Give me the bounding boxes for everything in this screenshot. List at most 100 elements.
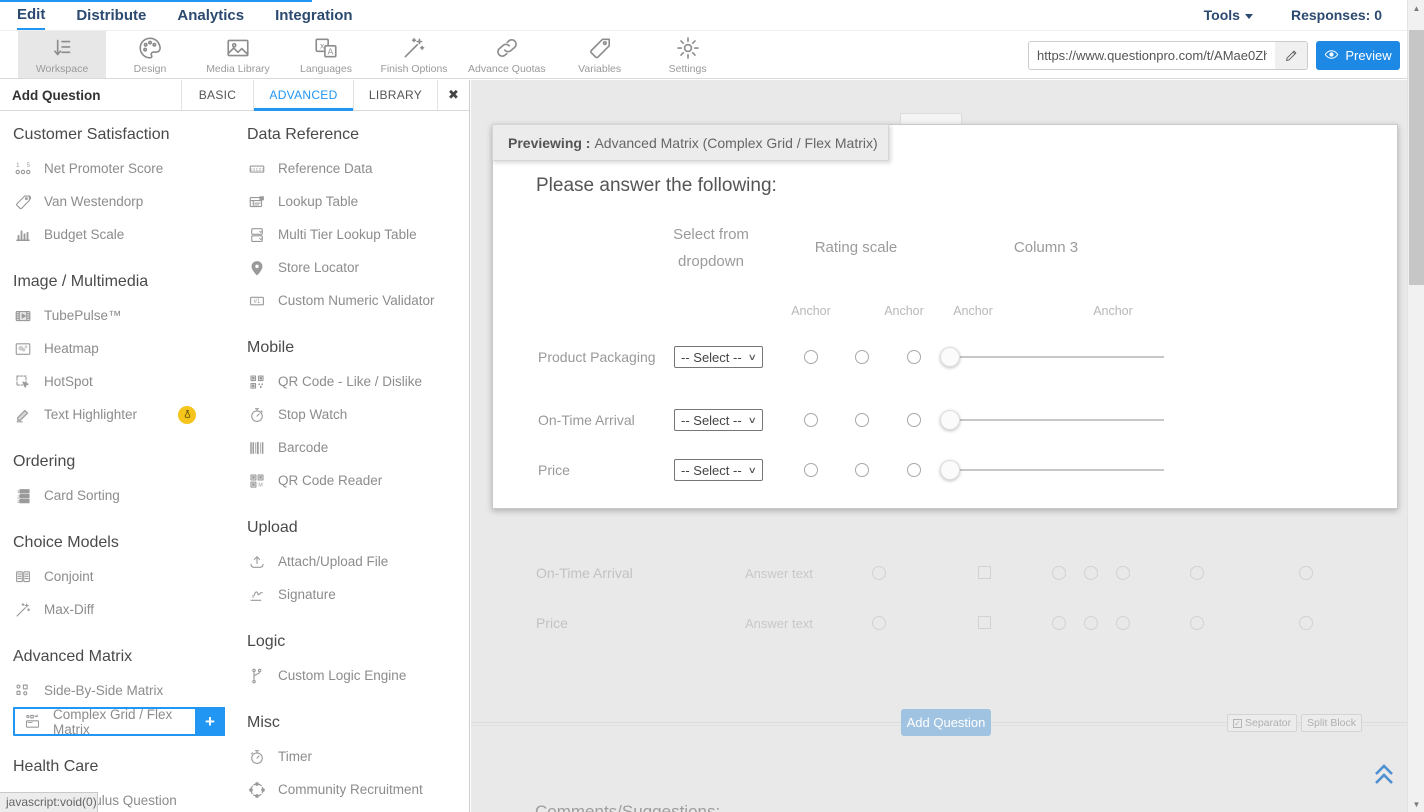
question-type-qr-code-reader[interactable]: MQR Code Reader (247, 464, 459, 497)
rating-radio[interactable] (907, 413, 921, 427)
slider-track[interactable] (950, 419, 1164, 421)
question-type-barcode[interactable]: Barcode (247, 431, 459, 464)
editor-radio[interactable] (1116, 616, 1130, 630)
scroll-to-top-icon[interactable] (1372, 762, 1396, 793)
scrollbar-thumb[interactable] (1409, 30, 1424, 285)
scrollbar-up-arrow-icon[interactable]: ▲ (1408, 0, 1424, 16)
rating-radio[interactable] (804, 413, 818, 427)
editor-radio[interactable] (1084, 566, 1098, 580)
toolbar-item-languages[interactable]: xALanguages (282, 31, 370, 78)
question-type-multi-tier-lookup-table[interactable]: Multi Tier Lookup Table (247, 218, 459, 251)
question-type-reference-data[interactable]: 94123Reference Data (247, 152, 459, 185)
toolbar-item-design[interactable]: Design (106, 31, 194, 78)
question-type-label: Custom Logic Engine (278, 668, 406, 683)
question-type-heatmap[interactable]: Heatmap (13, 332, 225, 365)
page-scrollbar[interactable]: ▲ ▼ (1407, 0, 1424, 812)
group-title: Logic (247, 631, 467, 653)
svg-text:#1: #1 (254, 299, 261, 305)
toolbar-item-media-library[interactable]: Media Library (194, 31, 282, 78)
survey-url-input[interactable] (1029, 42, 1275, 69)
rating-radio[interactable] (804, 463, 818, 477)
question-type-van-westendorp[interactable]: Van Westendorp (13, 185, 225, 218)
slider-track[interactable] (950, 356, 1164, 358)
column-header-rating: Rating scale (806, 234, 906, 261)
question-type-qr-code-like-dislike[interactable]: QR Code - Like / Dislike (247, 365, 459, 398)
rating-radio[interactable] (855, 350, 869, 364)
matrix-select-dropdown[interactable]: -- Select --∨ (674, 346, 763, 368)
question-type-custom-logic-engine[interactable]: Custom Logic Engine (247, 659, 459, 692)
question-type-side-by-side-matrix[interactable]: Side-By-Side Matrix (13, 674, 225, 707)
nav-item-integration[interactable]: Integration (275, 0, 353, 30)
edit-url-pencil-icon[interactable] (1275, 42, 1307, 69)
question-type-text-highlighter[interactable]: Text Highlighter (13, 398, 225, 431)
toolbar-item-advance-quotas[interactable]: Advance Quotas (458, 31, 556, 78)
question-group: Image / Multimedia TubePulse™HeatmapHotSp… (13, 271, 247, 431)
survey-url-group (1028, 41, 1308, 70)
question-type-max-diff[interactable]: Max-Diff (13, 593, 225, 626)
close-icon[interactable]: ✖ (437, 80, 469, 110)
conjoint-icon (14, 568, 32, 586)
add-question-button[interactable]: Add Question (901, 709, 991, 736)
rating-radio[interactable] (907, 350, 921, 364)
rating-radio[interactable] (804, 350, 818, 364)
separator-toggle-button[interactable]: ✓Separator (1227, 714, 1297, 732)
tab-basic[interactable]: BASIC (181, 80, 253, 110)
scrollbar-down-arrow-icon[interactable]: ▼ (1408, 796, 1424, 812)
editor-radio[interactable] (1299, 566, 1313, 580)
editor-checkbox[interactable] (978, 616, 991, 629)
question-type-conjoint[interactable]: Conjoint (13, 560, 225, 593)
editor-radio[interactable] (872, 566, 886, 580)
question-type-timer[interactable]: Timer (247, 740, 459, 773)
editor-radio[interactable] (1052, 616, 1066, 630)
editor-radio[interactable] (1299, 616, 1313, 630)
tab-library[interactable]: LIBRARY (353, 80, 437, 110)
group-title: Image / Multimedia (13, 271, 247, 293)
nav-item-analytics[interactable]: Analytics (177, 0, 244, 30)
editor-radio[interactable] (1084, 616, 1098, 630)
question-type-complex-grid-flex-matrix[interactable]: Complex Grid / Flex Matrix+ (13, 707, 225, 736)
add-question-panel: Add Question BASICADVANCEDLIBRARY ✖ Cust… (0, 80, 470, 812)
question-type-stop-watch[interactable]: Stop Watch (247, 398, 459, 431)
question-type-attach-upload-file[interactable]: Attach/Upload File (247, 545, 459, 578)
tab-advanced[interactable]: ADVANCED (253, 80, 353, 110)
chevron-down-icon: ∨ (748, 352, 757, 363)
matrix-select-dropdown[interactable]: -- Select --∨ (674, 409, 763, 431)
rating-radio[interactable] (855, 463, 869, 477)
question-type-label: Side-By-Side Matrix (44, 683, 163, 698)
question-type-net-promoter-score[interactable]: 15Net Promoter Score (13, 152, 225, 185)
editor-checkbox[interactable] (978, 566, 991, 579)
slider-handle[interactable] (940, 347, 960, 367)
question-type-community-recruitment[interactable]: Community Recruitment (247, 773, 459, 806)
add-question-type-button[interactable]: + (195, 707, 225, 736)
toolbar-item-variables[interactable]: Variables (556, 31, 644, 78)
editor-radio[interactable] (872, 616, 886, 630)
editor-radio[interactable] (1190, 616, 1204, 630)
eye-icon (1324, 47, 1339, 65)
slider-handle[interactable] (940, 460, 960, 480)
split-block-button[interactable]: Split Block (1301, 714, 1362, 732)
slider-handle[interactable] (940, 410, 960, 430)
preview-button[interactable]: Preview (1316, 41, 1400, 70)
matrix-select-dropdown[interactable]: -- Select --∨ (674, 459, 763, 481)
editor-radio[interactable] (1052, 566, 1066, 580)
question-type-signature[interactable]: xSignature (247, 578, 459, 611)
editor-radio[interactable] (1190, 566, 1204, 580)
question-type-lookup-table[interactable]: Lookup Table (247, 185, 459, 218)
rating-radio[interactable] (907, 463, 921, 477)
toolbar-item-finish-options[interactable]: Finish Options (370, 31, 458, 78)
slider-track[interactable] (950, 469, 1164, 471)
nav-item-distribute[interactable]: Distribute (76, 0, 146, 30)
toolbar-item-workspace[interactable]: Workspace (18, 31, 106, 78)
responses-count[interactable]: Responses: 0 (1291, 7, 1382, 23)
nav-item-edit[interactable]: Edit (17, 0, 45, 30)
question-type-card-sorting[interactable]: 123Card Sorting (13, 479, 225, 512)
tools-menu[interactable]: Tools (1204, 7, 1253, 23)
editor-radio[interactable] (1116, 566, 1130, 580)
question-type-budget-scale[interactable]: Budget Scale (13, 218, 225, 251)
question-type-tubepulse[interactable]: TubePulse™ (13, 299, 225, 332)
rating-radio[interactable] (855, 413, 869, 427)
toolbar-item-settings[interactable]: Settings (644, 31, 732, 78)
question-type-hotspot[interactable]: HotSpot (13, 365, 225, 398)
question-type-custom-numeric-validator[interactable]: #1Custom Numeric Validator (247, 284, 459, 317)
question-type-store-locator[interactable]: Store Locator (247, 251, 459, 284)
